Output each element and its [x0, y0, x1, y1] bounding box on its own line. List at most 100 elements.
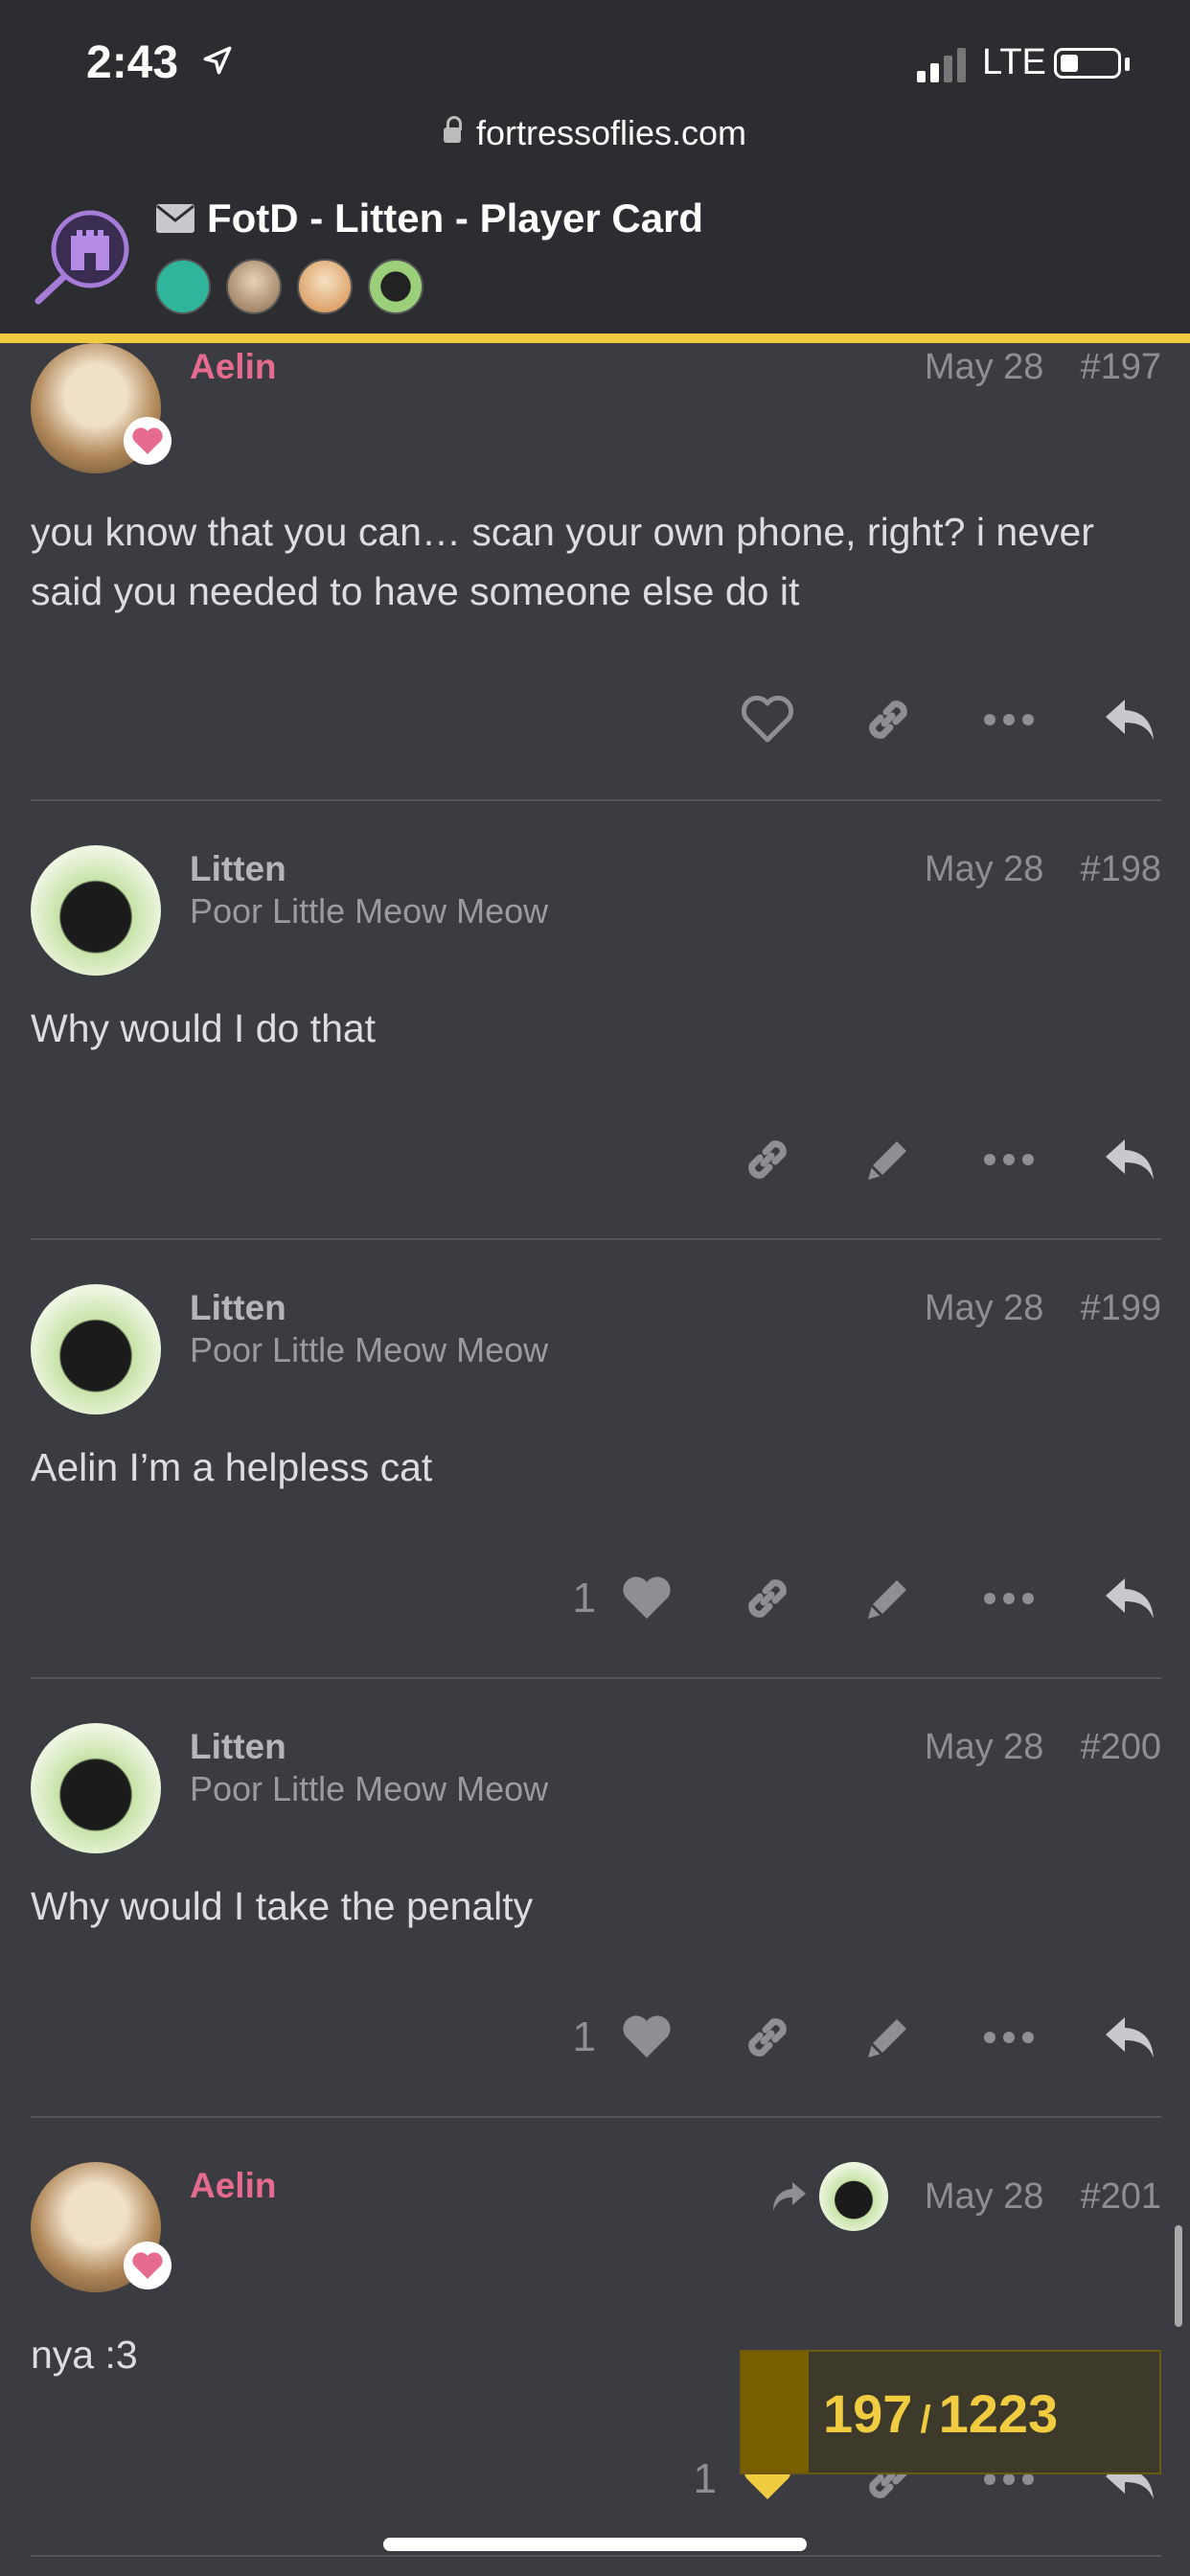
reply-button[interactable]	[1098, 2006, 1161, 2069]
post-number[interactable]: #200	[1080, 1727, 1161, 1768]
like-count[interactable]: 1	[694, 2455, 717, 2503]
lock-icon	[443, 116, 462, 143]
post-username[interactable]: Aelin	[190, 347, 276, 387]
reply-to[interactable]	[769, 2162, 888, 2231]
site-logo-icon[interactable]	[31, 203, 136, 309]
share-link-button[interactable]	[736, 1567, 799, 1630]
ellipsis-icon	[984, 1593, 1034, 1604]
home-indicator[interactable]	[383, 2538, 807, 2551]
post-actions	[736, 688, 1161, 751]
post-meta: May 28 #199	[925, 1288, 1161, 1329]
location-arrow-icon	[203, 46, 232, 75]
more-options-button[interactable]	[977, 688, 1041, 751]
topic-progress-fill	[742, 2352, 810, 2472]
more-options-button[interactable]	[977, 1128, 1041, 1191]
participant-avatar[interactable]	[155, 259, 211, 314]
like-button[interactable]	[615, 1567, 678, 1630]
reply-icon	[1106, 1578, 1154, 1619]
heart-badge-icon	[124, 417, 172, 465]
like-count[interactable]: 1	[573, 2013, 596, 2061]
avatar-litten[interactable]	[31, 1723, 161, 1853]
post-username[interactable]: Litten	[190, 1288, 286, 1328]
post-body: Why would I take the penalty	[31, 1884, 534, 1928]
post-date[interactable]: May 28	[925, 1288, 1044, 1329]
heart-icon	[623, 2015, 671, 2058]
ellipsis-icon	[984, 2032, 1034, 2043]
reply-button[interactable]	[1098, 688, 1161, 751]
progress-current: 197	[823, 2383, 913, 2444]
status-time: 2:43	[86, 37, 179, 88]
post-meta: May 28 #197	[925, 347, 1161, 388]
post-divider	[31, 2555, 1161, 2557]
participant-avatar[interactable]	[297, 259, 353, 314]
post-divider	[31, 799, 1161, 801]
post-divider	[31, 1677, 1161, 1679]
post-actions: 1	[573, 2006, 1161, 2069]
post-number[interactable]: #199	[1080, 1288, 1161, 1329]
more-options-button[interactable]	[977, 1567, 1041, 1630]
pencil-icon	[868, 1141, 906, 1180]
heart-icon	[623, 1576, 671, 1619]
post-username[interactable]: Litten	[190, 1727, 286, 1767]
post-date[interactable]: May 28	[925, 2176, 1044, 2218]
carrier-label: LTE	[982, 42, 1046, 82]
battery-nub	[1125, 58, 1130, 71]
like-count[interactable]: 1	[573, 1575, 596, 1622]
more-options-button[interactable]	[977, 2006, 1041, 2069]
participant-avatar[interactable]	[226, 259, 282, 314]
post-number[interactable]: #201	[1080, 2176, 1161, 2218]
post-number[interactable]: #198	[1080, 849, 1161, 890]
post-meta: May 28 #200	[925, 1727, 1161, 1768]
scrollbar[interactable]	[1175, 2225, 1182, 2327]
edit-button[interactable]	[857, 2006, 920, 2069]
share-link-button[interactable]	[857, 688, 920, 751]
reply-button[interactable]	[1098, 1567, 1161, 1630]
avatar-litten[interactable]	[31, 1284, 161, 1414]
post-divider	[31, 2116, 1161, 2118]
topic-progress-text: 197/1223	[823, 2382, 1058, 2445]
ellipsis-icon	[984, 1154, 1034, 1165]
link-icon	[748, 1140, 787, 1179]
post-date[interactable]: May 28	[925, 849, 1044, 890]
post-meta: May 28 #201	[769, 2162, 1161, 2231]
link-icon	[748, 1579, 787, 1618]
ellipsis-icon	[984, 714, 1034, 725]
reply-icon	[1106, 2017, 1154, 2058]
post-user-title: Poor Little Meow Meow	[190, 1769, 549, 1808]
post-date[interactable]: May 28	[925, 1727, 1044, 1768]
post-user-title: Poor Little Meow Meow	[190, 1330, 549, 1369]
pencil-icon	[868, 2019, 906, 2058]
post-actions	[736, 1128, 1161, 1191]
topic-progress[interactable]: 197/1223	[740, 2350, 1161, 2474]
reply-to-arrow-icon	[772, 2182, 806, 2211]
edit-button[interactable]	[857, 1128, 920, 1191]
participant-avatars	[155, 259, 423, 314]
like-button[interactable]	[736, 688, 799, 751]
avatar-litten[interactable]	[31, 845, 161, 976]
participant-avatar[interactable]	[368, 259, 423, 314]
post-username[interactable]: Litten	[190, 849, 286, 889]
edit-button[interactable]	[857, 1567, 920, 1630]
post-meta: May 28 #198	[925, 849, 1161, 890]
like-button[interactable]	[615, 2006, 678, 2069]
post-body: Why would I do that	[31, 1006, 377, 1050]
heart-badge-icon	[124, 2242, 172, 2289]
share-link-button[interactable]	[736, 2006, 799, 2069]
topic-title-text: FotD - Litten - Player Card	[207, 196, 704, 241]
post-date[interactable]: May 28	[925, 347, 1044, 388]
post-divider	[31, 1238, 1161, 1240]
heart-outline-icon	[741, 696, 794, 743]
link-icon	[869, 701, 907, 739]
url-bar[interactable]: fortressoflies.com	[0, 113, 1190, 153]
post-username[interactable]: Aelin	[190, 2166, 276, 2206]
reply-button[interactable]	[1098, 1128, 1161, 1191]
post-actions: 1	[573, 1567, 1161, 1630]
post-user-title: Poor Little Meow Meow	[190, 891, 549, 931]
battery-icon	[1054, 48, 1121, 79]
progress-separator: /	[920, 2399, 931, 2441]
share-link-button[interactable]	[736, 1128, 799, 1191]
post-number[interactable]: #197	[1080, 347, 1161, 388]
topic-title[interactable]: FotD - Litten - Player Card	[155, 196, 703, 242]
header: 2:43 LTE fortressoflies.com FotD - Litte…	[0, 0, 1190, 335]
pencil-icon	[868, 1580, 906, 1619]
